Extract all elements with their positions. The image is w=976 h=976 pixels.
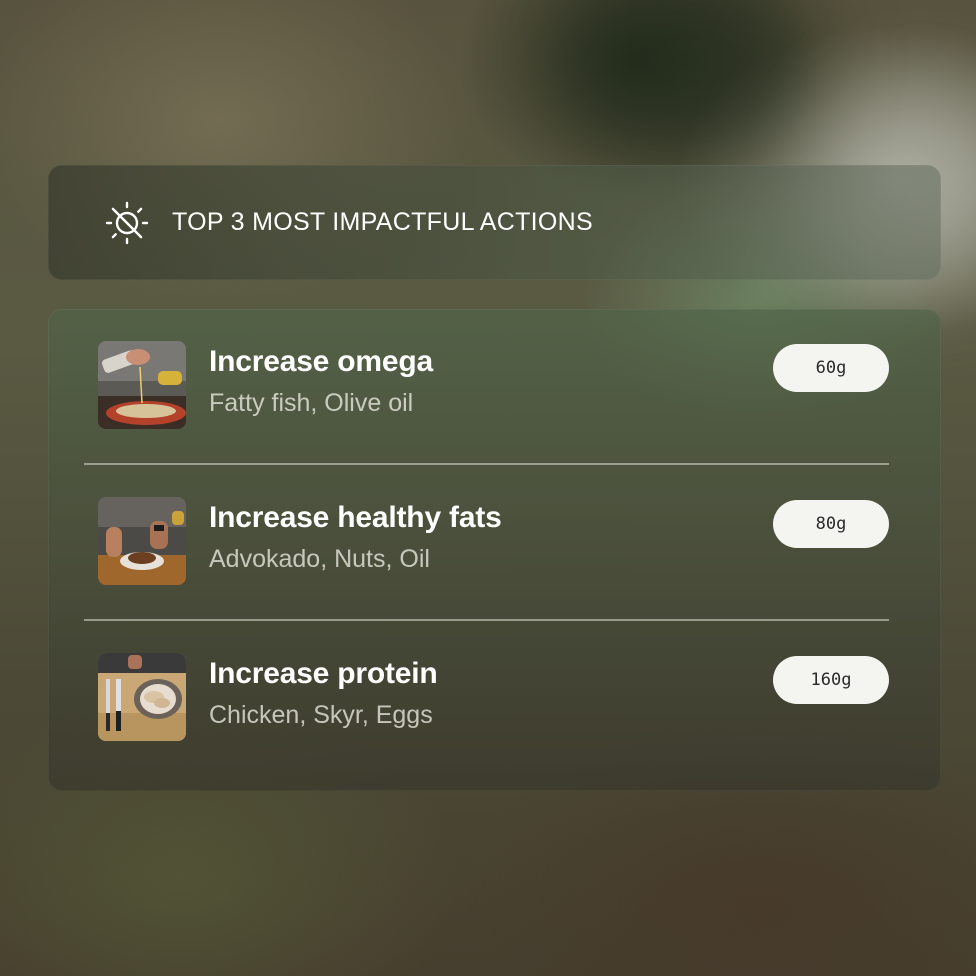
amount-badge[interactable]: 160g xyxy=(773,656,889,704)
list-item[interactable]: Increase healthy fats Advokado, Nuts, Oi… xyxy=(98,497,889,589)
action-title: Increase protein xyxy=(209,657,438,690)
food-thumbnail xyxy=(98,341,186,429)
action-foods: Advokado, Nuts, Oil xyxy=(209,545,430,573)
divider xyxy=(84,619,889,621)
sun-off-icon xyxy=(102,198,152,248)
action-title: Increase healthy fats xyxy=(209,501,502,534)
action-foods: Fatty fish, Olive oil xyxy=(209,389,414,417)
food-thumbnail xyxy=(98,653,186,741)
section-title: TOP 3 MOST IMPACTFUL ACTIONS xyxy=(172,208,593,236)
amount-badge[interactable]: 80g xyxy=(773,500,889,548)
list-item[interactable]: Increase protein Chicken, Skyr, Eggs 160… xyxy=(98,653,889,745)
food-thumbnail xyxy=(98,497,186,585)
actions-list: Increase omega Fatty fish, Olive oil 60g… xyxy=(48,309,941,791)
action-title: Increase omega xyxy=(209,345,433,378)
list-item[interactable]: Increase omega Fatty fish, Olive oil 60g xyxy=(98,341,889,433)
amount-badge[interactable]: 60g xyxy=(773,344,889,392)
divider xyxy=(84,463,889,465)
action-foods: Chicken, Skyr, Eggs xyxy=(209,701,433,729)
header-card: TOP 3 MOST IMPACTFUL ACTIONS xyxy=(48,165,941,280)
background-blur xyxy=(560,0,820,160)
